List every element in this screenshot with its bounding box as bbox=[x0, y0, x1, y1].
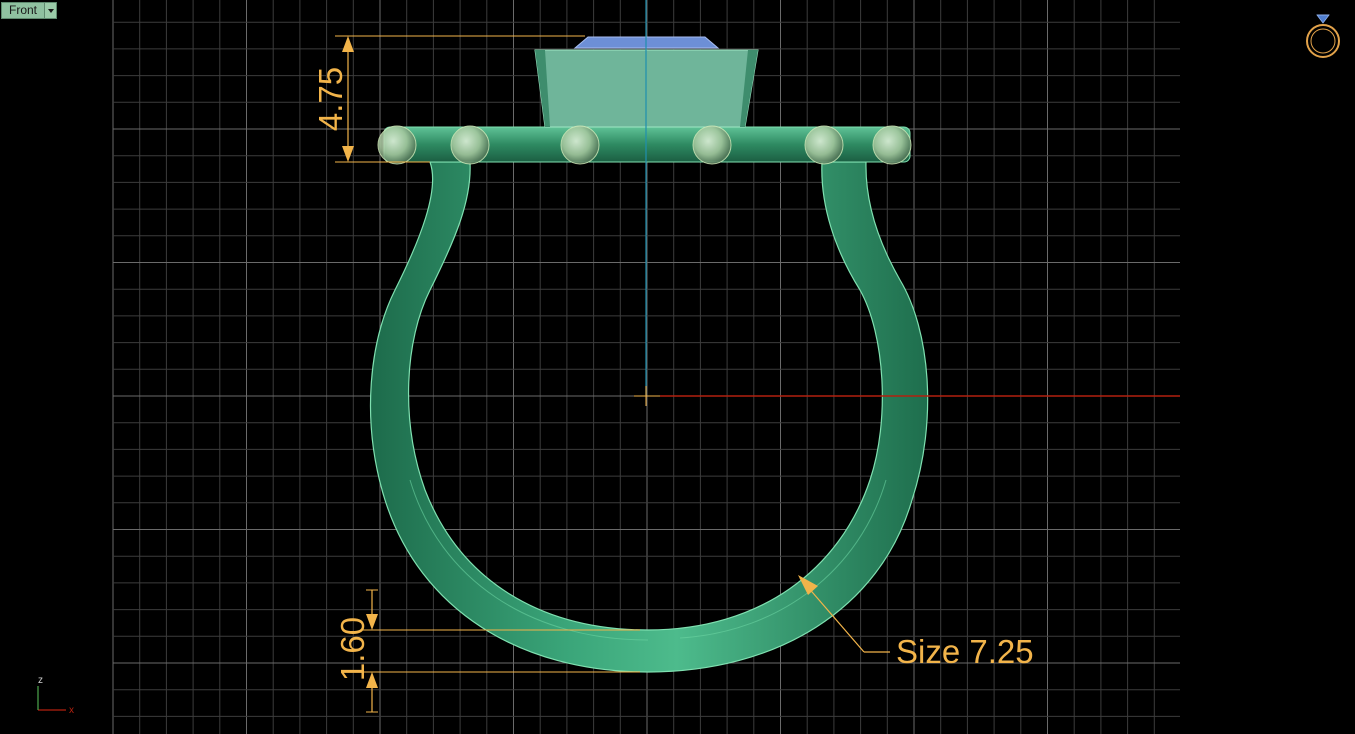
accent-bead[interactable] bbox=[804, 125, 844, 165]
dimension-band-thickness-label: 1.60 bbox=[334, 617, 371, 681]
front-viewport[interactable]: 4.75 1.60 Size 7.25 x z Front bbox=[0, 0, 1355, 734]
axis-z-label: z bbox=[38, 675, 43, 686]
viewport-canvas[interactable]: 4.75 1.60 Size 7.25 x z bbox=[0, 0, 1355, 734]
viewport-menu-dropdown-icon[interactable] bbox=[44, 3, 57, 18]
ring-icon[interactable] bbox=[1306, 14, 1340, 58]
size-label: Size 7.25 bbox=[896, 633, 1034, 670]
axis-widget: x z bbox=[37, 675, 74, 716]
accent-bead[interactable] bbox=[872, 125, 912, 165]
ring-shank[interactable] bbox=[369, 161, 929, 673]
accent-bead[interactable] bbox=[560, 125, 600, 165]
accent-bead[interactable] bbox=[692, 125, 732, 165]
accent-bead[interactable] bbox=[450, 125, 490, 165]
dimension-top-height-label: 4.75 bbox=[312, 67, 349, 131]
viewport-title-tab[interactable]: Front bbox=[1, 2, 58, 19]
axis-x-label: x bbox=[69, 705, 74, 716]
accent-bead[interactable] bbox=[377, 125, 417, 165]
viewport-name[interactable]: Front bbox=[2, 3, 44, 18]
